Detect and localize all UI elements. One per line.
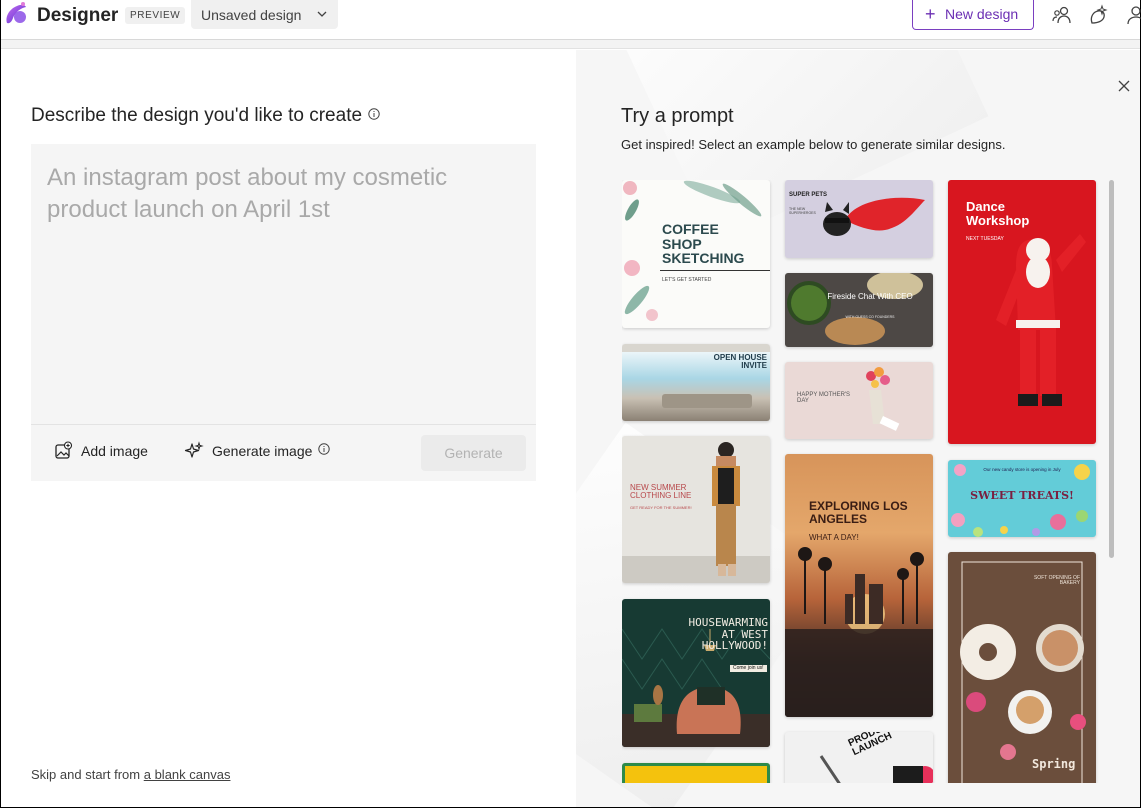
bakery-photo [960,561,1086,783]
generate-button[interactable]: Generate [421,435,526,471]
card-subtitle: Our new candy store is opening in July [983,467,1061,472]
add-image-button[interactable]: Add image [53,441,148,459]
header-divider [1,40,1140,49]
card-title: OPEN HOUSE INVITE [713,353,767,371]
gallery-scrollbar[interactable] [1109,180,1114,558]
try-prompt-panel: Try a prompt Get inspired! Select an exa… [576,50,1140,807]
top-bar: Designer PREVIEW Unsaved design + New des… [1,0,1141,40]
template-card-flowers[interactable]: HAPPY MOTHER'S DAY [785,362,933,439]
blank-canvas-link[interactable]: a blank canvas [144,767,231,782]
template-card-housewarming[interactable]: HOUSEWARMING AT WEST HOLLYWOOD! Come joi… [622,599,770,747]
brand-name: Designer [37,5,119,26]
card-title: Dance Workshop [966,199,1030,228]
design-name-dropdown[interactable]: Unsaved design [191,0,338,29]
prompt-panel: Describe the design you'd like to create… [1,50,576,807]
card-title: COFFEE SHOP SKETCHING [662,221,745,267]
generate-image-button[interactable]: Generate image [184,441,331,459]
new-design-label: New design [945,6,1019,22]
card-subtitle: WHAT A DAY! [809,533,859,542]
card-title: Spring [1032,757,1076,771]
try-prompt-title: Try a prompt [621,105,734,127]
food-photo [787,273,923,345]
card-title: HOUSEWARMING AT WEST HOLLYWOOD! [688,616,768,653]
card-title: SWEET TREATS! [970,489,1074,502]
account-icon[interactable] [1125,4,1141,26]
ceiling-decoration [622,344,770,352]
card-subtitle: SOFT OPENING OF BAKERY [1033,575,1080,587]
chevron-down-icon [317,11,327,17]
skip-text: Skip and start from a blank canvas [31,767,230,782]
template-card-yellow[interactable] [622,763,770,783]
card-subtitle: NEXT TUESDAY [966,236,1004,242]
template-card-sweet-treats[interactable]: Our new candy store is opening in July S… [948,460,1096,537]
card-subtitle: THE NEW SUPERHEROES [789,207,816,215]
template-card-coffee[interactable]: COFFEE SHOP SKETCHING LET'S GET STARTED [622,180,770,328]
template-card-spring[interactable]: SOFT OPENING OF BAKERY Spring [948,552,1096,783]
preview-badge: PREVIEW [125,7,186,24]
card-subtitle: Come join us! [730,665,767,673]
card-subtitle: LET'S GET STARTED [662,277,712,283]
close-icon[interactable] [1117,79,1131,93]
sofa-decoration [662,394,752,408]
city-photo [785,547,933,717]
card-title: EXPLORING LOS ANGELES [809,499,908,526]
card-subtitle: GET READY FOR THE SUMMER! [630,505,692,510]
sparkle-character-icon[interactable] [1087,4,1109,26]
card-title: Fireside Chat With CEO [827,292,913,301]
new-design-button[interactable]: + New design [912,0,1034,30]
info-icon[interactable] [368,108,380,120]
designer-logo-icon[interactable] [3,1,29,27]
prompt-actions-bar: Add image Generate image Generate [31,424,536,481]
template-card-fireside[interactable]: Fireside Chat With CEO WITH GUESS CO FOU… [785,273,933,347]
info-icon[interactable] [318,443,331,455]
card-subtitle: WITH GUESS CO FOUNDERS [845,315,895,319]
share-people-icon[interactable] [1051,4,1073,26]
design-name-label: Unsaved design [201,7,302,23]
try-prompt-subtitle: Get inspired! Select an example below to… [621,137,1006,152]
template-card-open-house[interactable]: OPEN HOUSE INVITE [622,344,770,421]
template-card-dance[interactable]: Dance Workshop NEXT TUESDAY [948,180,1096,444]
plus-icon: + [925,4,936,24]
skip-prefix: Skip and start from [31,767,141,782]
prompt-input[interactable] [31,144,536,424]
card-title: HAPPY MOTHER'S DAY [797,392,851,405]
sparkle-icon [184,441,204,458]
template-card-los-angeles[interactable]: EXPLORING LOS ANGELES WHAT A DAY! [785,454,933,717]
card-title: NEW SUMMER CLOTHING LINE [630,483,692,501]
prompt-panel-title: Describe the design you'd like to create [31,105,380,127]
template-card-product-launch[interactable]: PRODUCT LAUNCH [785,732,933,783]
prompt-title-text: Describe the design you'd like to create [31,105,363,126]
template-gallery: COFFEE SHOP SKETCHING LET'S GET STARTED … [622,180,1100,783]
template-card-summer[interactable]: NEW SUMMER CLOTHING LINE GET READY FOR T… [622,436,770,583]
template-card-super-pets[interactable]: SUPER PETS THE NEW SUPERHEROES [785,180,933,258]
image-add-icon [55,441,73,459]
card-title: SUPER PETS [789,192,828,198]
